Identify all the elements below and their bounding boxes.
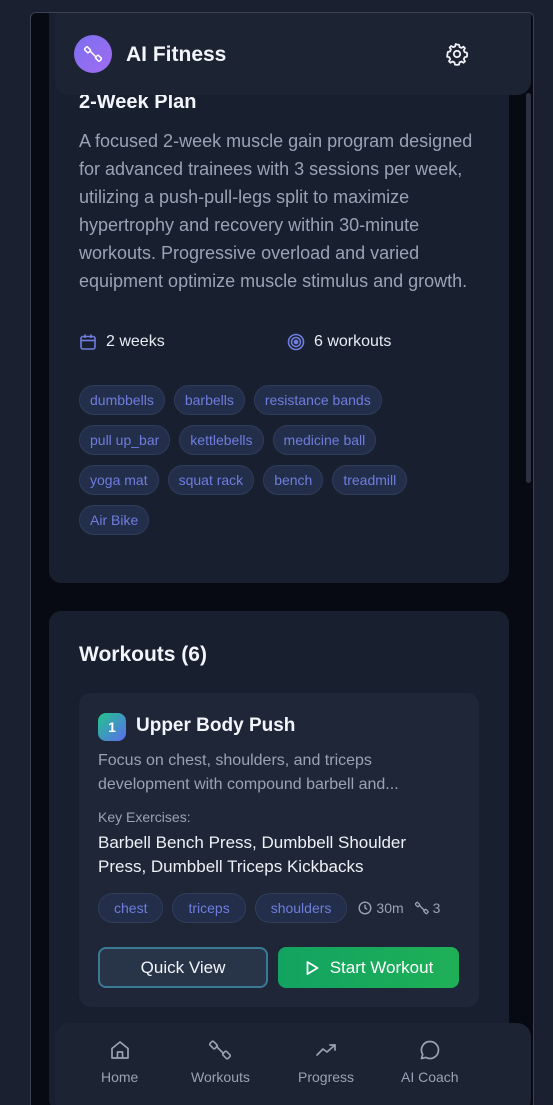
workout-card: 1 Upper Body Push Focus on chest, should… [79,693,479,1007]
clock-icon [358,901,372,915]
app-header: AI Fitness [55,13,531,95]
app-frame: 2-Week Plan A focused 2-week muscle gain… [30,12,534,1105]
equipment-tag: dumbbells [79,385,165,415]
start-workout-label: Start Workout [329,957,434,977]
muscle-tag: chest [98,893,164,923]
workout-title: Upper Body Push [136,715,296,736]
chat-icon [419,1039,441,1061]
app-title: AI Fitness [126,43,227,66]
nav-item-ai-coach[interactable]: AI Coach [401,1039,459,1085]
nav-label-workouts: Workouts [191,1069,250,1085]
gear-icon [445,42,469,66]
dumbbell-icon [84,45,102,63]
equipment-tags: dumbbells barbells resistance bands pull… [79,385,459,535]
plan-workouts-text: 6 workouts [314,333,392,350]
trending-up-icon [315,1039,337,1061]
equipment-tag: yoga mat [79,465,159,495]
workout-description: Focus on chest, shoulders, and triceps d… [98,752,399,793]
quick-view-button[interactable]: Quick View [98,947,268,988]
plan-card: 2-Week Plan A focused 2-week muscle gain… [49,13,509,583]
scrollbar[interactable] [526,93,531,483]
bottom-nav: Home Workouts Progress AI Coach [55,1023,531,1105]
home-icon [109,1039,131,1061]
workout-exercise-count-text: 3 [432,900,441,916]
muscle-tag: shoulders [254,893,348,923]
nav-label-progress: Progress [298,1069,355,1085]
key-exercises-list: Barbell Bench Press, Dumbbell Shoulder P… [98,833,407,876]
app-logo [74,35,112,73]
plan-description: A focused 2-week muscle gain program des… [79,131,473,291]
muscle-tag: triceps [172,893,246,923]
equipment-tag: resistance bands [253,385,382,415]
workout-duration: 30m [358,900,404,916]
nav-item-progress[interactable]: Progress [298,1039,354,1085]
key-exercises-label: Key Exercises: [98,809,191,825]
dumbbell-icon [209,1039,232,1061]
nav-label-home: Home [101,1069,139,1085]
equipment-tag: squat rack [167,465,255,495]
nav-item-home[interactable]: Home [101,1039,138,1085]
target-icon [287,333,305,351]
equipment-tag: medicine ball [272,425,377,455]
workouts-title: Workouts (6) [79,643,207,666]
workout-tags: chest triceps shoulders 30m 3 [98,893,440,923]
plan-duration-text: 2 weeks [106,333,165,350]
equipment-tag: treadmill [332,465,408,495]
plan-duration: 2 weeks [79,333,165,351]
calendar-icon [79,333,97,351]
settings-button[interactable] [445,42,469,66]
nav-label-ai-coach: AI Coach [401,1069,459,1085]
plan-workouts-count: 6 workouts [287,333,391,351]
workout-number-badge: 1 [98,713,126,741]
equipment-tag: kettlebells [179,425,264,455]
start-workout-button[interactable]: Start Workout [278,947,459,988]
equipment-tag: Air Bike [79,505,150,535]
equipment-tag: pull up_bar [79,425,171,455]
equipment-tag: barbells [173,385,245,415]
workout-exercise-count: 3 [414,900,441,916]
play-icon [304,960,320,976]
dumbbell-icon [414,901,429,915]
equipment-tag: bench [263,465,324,495]
nav-item-workouts[interactable]: Workouts [191,1039,250,1085]
workout-duration-text: 30m [376,900,404,916]
